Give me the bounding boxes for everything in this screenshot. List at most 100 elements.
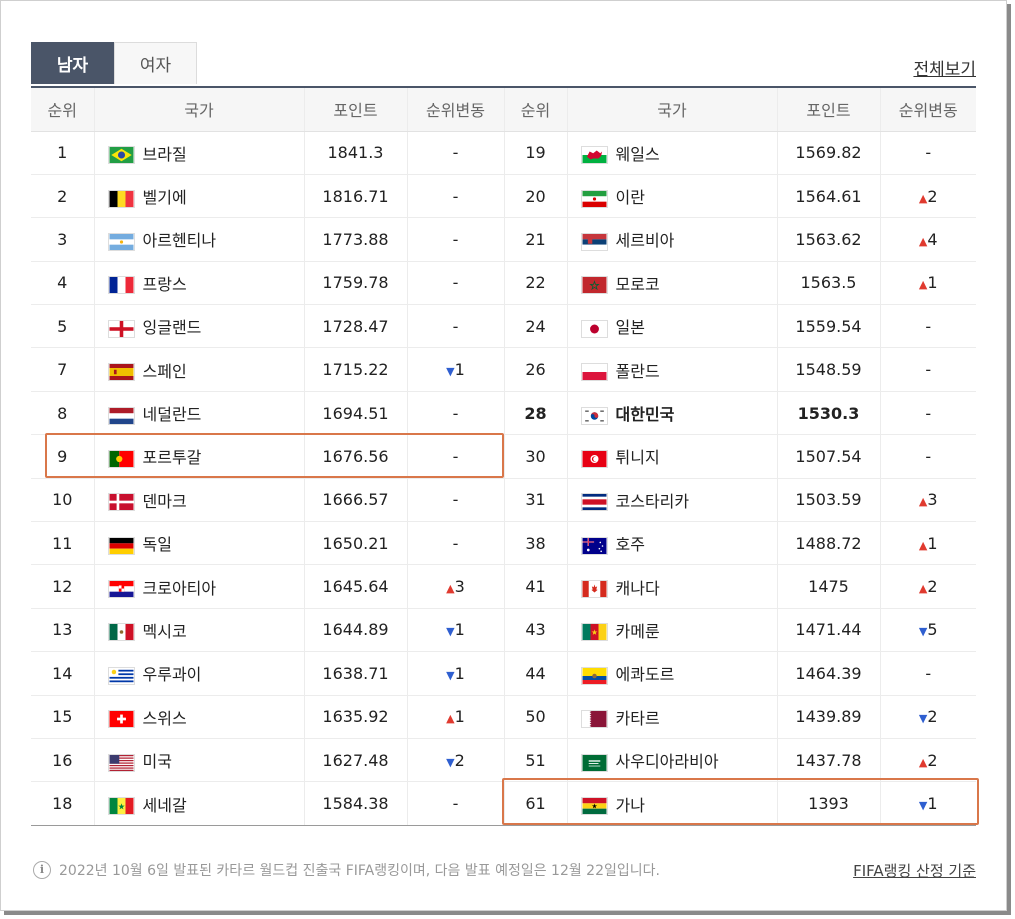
rank-cell: 12: [31, 564, 95, 609]
korea-flag-icon: [580, 406, 608, 425]
fifa-ranking-criteria-link[interactable]: FIFA랭킹 산정 기준: [853, 860, 976, 881]
rank-change-value: 5: [927, 620, 938, 640]
table-row: 14 우루과이 1638.71 ▼1 44 에콰도르 1464.39-: [31, 651, 976, 696]
header-country: 국가: [567, 88, 778, 132]
tab-women[interactable]: 여자: [114, 42, 197, 84]
wales-flag-icon: [580, 146, 608, 165]
tab-men[interactable]: 남자: [31, 42, 114, 84]
points-cell: 1584.38: [304, 781, 408, 826]
arrow-down-icon: ▼: [446, 668, 455, 682]
rank-cell: 9: [31, 434, 95, 479]
rank-change-cell: ▼1: [880, 782, 976, 825]
rank-change-cell: ▲3: [407, 564, 505, 609]
table-row: 13 멕시코 1644.89 ▼1 43 카메룬 1471.44 ▼5: [31, 608, 976, 653]
ranking-table: 순위 국가 포인트 순위변동 순위 국가 포인트 순위변동 1 브라질 1841.3…: [31, 86, 976, 827]
iran-flag-icon: [580, 189, 608, 208]
rank-cell: 16: [31, 738, 95, 783]
rank-cell: 11: [31, 521, 95, 566]
view-all-link[interactable]: 전체보기: [913, 55, 976, 80]
table-row: 12 크로아티아 1645.64 ▲3 41 캐나다 1475 ▲2: [31, 564, 976, 609]
table-row: 10 덴마크 1666.57 - 31 코스타리카 1503.59 ▲3: [31, 478, 976, 523]
rank-change-value: 1: [454, 707, 465, 727]
croatia-flag-icon: [107, 580, 135, 599]
country-cell: 캐나다: [567, 564, 778, 609]
rank-cell: 28: [504, 391, 568, 436]
header-rank: 순위: [31, 88, 95, 132]
country-cell: 크로아티아: [94, 564, 305, 609]
rank-cell: 5: [31, 304, 95, 349]
country-name: 대한민국: [615, 405, 675, 425]
rank-change-cell: -: [407, 391, 505, 436]
points-cell: 1728.47: [304, 304, 408, 349]
country-name: 네덜란드: [142, 405, 202, 425]
points-cell: 1548.59: [777, 347, 881, 392]
country-cell: 모로코: [567, 261, 778, 306]
country-cell: 튀니지: [567, 434, 778, 479]
country-cell: 카메룬: [567, 608, 778, 653]
rank-change-value: -: [452, 490, 459, 510]
rank-change-value: 1: [927, 273, 938, 293]
costarica-flag-icon: [580, 493, 608, 512]
rank-change-cell: -: [407, 521, 505, 566]
table-row: 2 벨기에 1816.71 - 20 이란 1564.61 ▲2: [31, 174, 976, 219]
country-name: 잉글랜드: [142, 318, 202, 338]
rank-change-value: -: [452, 316, 459, 336]
rank-change-cell: ▼2: [407, 738, 505, 783]
rank-cell: 20: [504, 174, 568, 219]
qatar-flag-icon: [580, 710, 608, 729]
rank-change-cell: -: [880, 131, 976, 175]
header-points: 포인트: [777, 88, 881, 132]
rank-change-value: -: [452, 186, 459, 206]
switzerland-flag-icon: [107, 710, 135, 729]
arrow-down-icon: ▼: [446, 755, 455, 769]
points-cell: 1439.89: [777, 695, 881, 739]
rank-cell: 31: [504, 478, 568, 523]
rank-change-value: 4: [927, 229, 938, 249]
rank-change-value: -: [452, 229, 459, 249]
table-header-row: 순위 국가 포인트 순위변동 순위 국가 포인트 순위변동: [31, 88, 976, 132]
rank-change-cell: -: [880, 304, 976, 349]
country-name: 포르투갈: [142, 448, 202, 468]
spain-flag-icon: [107, 363, 135, 382]
country-name: 모로코: [615, 274, 660, 294]
arrow-down-icon: ▼: [446, 625, 455, 639]
rank-change-value: -: [452, 403, 459, 423]
points-cell: 1650.21: [304, 521, 408, 566]
usa-flag-icon: [107, 753, 135, 772]
country-cell: 사우디아라비아: [567, 738, 778, 783]
rank-change-cell: ▼2: [880, 695, 976, 739]
uruguay-flag-icon: [107, 666, 135, 685]
country-cell: 카타르: [567, 695, 778, 739]
tunisia-flag-icon: [580, 449, 608, 468]
table-row: 8 네덜란드 1694.51 - 28 대한민국 1530.3 -: [31, 391, 976, 436]
points-cell: 1564.61: [777, 174, 881, 219]
rank-cell: 50: [504, 695, 568, 739]
rank-change-value: -: [452, 143, 459, 163]
country-name: 코스타리카: [615, 491, 690, 511]
rank-change-cell: -: [407, 131, 505, 175]
rank-change-cell: ▲4: [880, 217, 976, 262]
country-name: 아르헨티나: [142, 231, 217, 251]
table-row: 11 독일 1650.21 - 38 호주 1488.72 ▲1: [31, 521, 976, 566]
rank-change-value: -: [925, 663, 932, 683]
rank-change-value: -: [925, 316, 932, 336]
rank-change-value: 1: [454, 620, 465, 640]
argentina-flag-icon: [107, 232, 135, 251]
points-cell: 1773.88: [304, 217, 408, 262]
rank-change-cell: -: [407, 174, 505, 219]
rank-cell: 18: [31, 781, 95, 826]
footer-note-text: 2022년 10월 6일 발표된 카타르 월드컵 진출국 FIFA랭킹이며, 다…: [59, 863, 660, 879]
country-cell: 코스타리카: [567, 478, 778, 523]
rank-change-value: 2: [927, 186, 938, 206]
rank-cell: 1: [31, 131, 95, 175]
rank-cell: 8: [31, 391, 95, 436]
country-cell: 미국: [94, 738, 305, 783]
points-cell: 1644.89: [304, 608, 408, 653]
germany-flag-icon: [107, 536, 135, 555]
denmark-flag-icon: [107, 493, 135, 512]
country-cell: 가나: [567, 781, 778, 826]
points-cell: 1569.82: [777, 131, 881, 175]
table-row: 16 미국 1627.48 ▼2 51 사우디아라비아 1437.78 ▲2: [31, 738, 976, 783]
country-name: 멕시코: [142, 621, 187, 641]
mexico-flag-icon: [107, 623, 135, 642]
